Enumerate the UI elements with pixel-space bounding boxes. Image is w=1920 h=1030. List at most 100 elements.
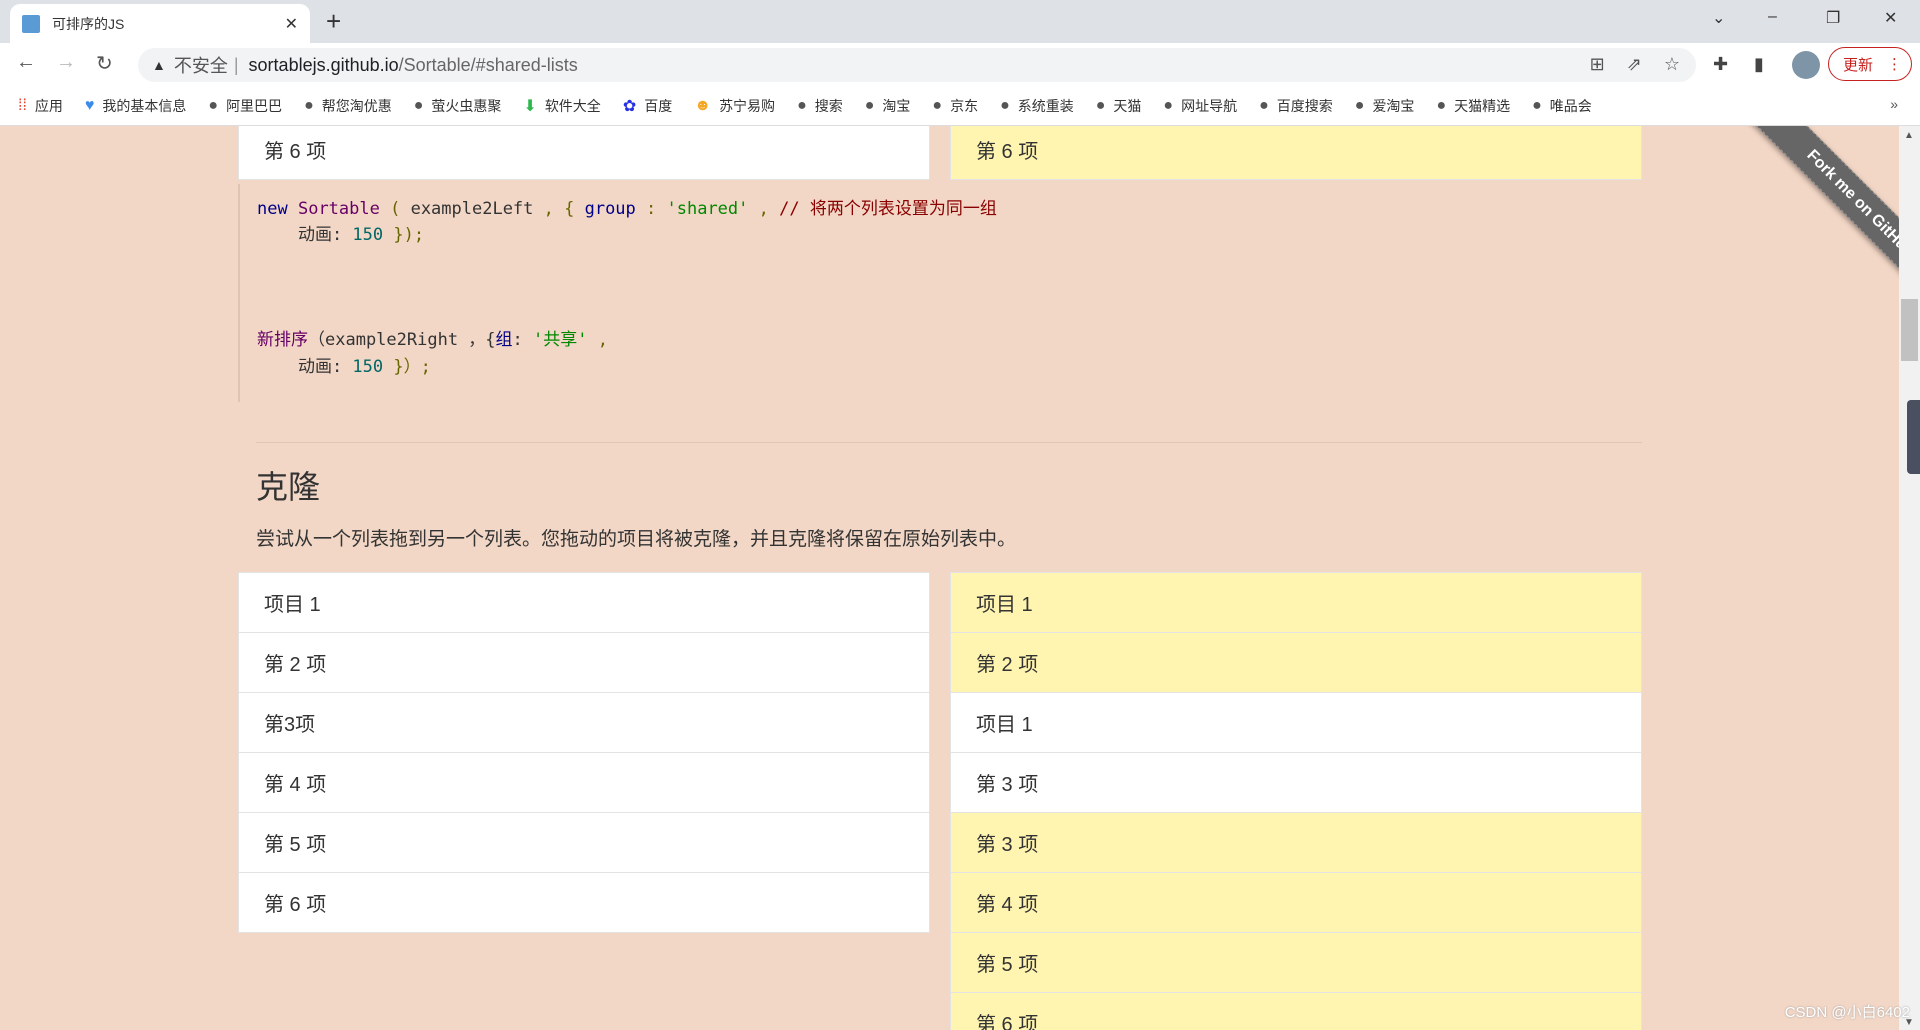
globe-icon: ● [864, 96, 875, 114]
list-item[interactable]: 第3项 [238, 692, 930, 753]
url-text: sortablejs.github.io/Sortable/#shared-li… [248, 54, 578, 75]
globe-icon: ● [1000, 96, 1010, 114]
warning-icon: ▲ [152, 57, 166, 73]
section-heading: 克隆 [256, 469, 321, 505]
bookmark-item[interactable]: ● 阿里巴巴 [208, 96, 282, 116]
bookmark-item[interactable]: ● 百度搜索 [1259, 96, 1333, 116]
bookmark-item[interactable]: ● 京东 [932, 96, 978, 116]
code-line: new Sortable ( example2Left , { group : … [257, 199, 997, 219]
globe-icon: ● [304, 96, 314, 114]
close-icon[interactable]: ✕ [285, 14, 298, 34]
list-item[interactable]: 第 6 项 [950, 126, 1642, 180]
share-icon[interactable]: ⇗ [1627, 54, 1642, 75]
clone-list-left: 项目 1第 2 项第3项第 4 项第 5 项第 6 项 [238, 572, 930, 933]
bookmark-item[interactable]: ● 天猫 [1096, 96, 1142, 116]
fork-github-ribbon[interactable]: Fork me on GitHub [1741, 126, 1899, 323]
shared-list-left: 第 6 项 [238, 126, 930, 180]
bookmark-item[interactable]: ● 爱淘宝 [1355, 96, 1415, 116]
globe-icon: ● [1095, 96, 1106, 114]
new-tab-button[interactable]: + [326, 6, 341, 37]
list-item[interactable]: 第 5 项 [950, 932, 1642, 993]
list-item[interactable]: 第 4 项 [950, 872, 1642, 933]
list-item[interactable]: 第 6 项 [950, 992, 1642, 1030]
globe-icon: ● [1354, 96, 1365, 114]
list-item[interactable]: 第 4 项 [238, 752, 930, 813]
bookmark-item[interactable]: ⁞⁞ 应用 [18, 96, 63, 116]
section-description: 尝试从一个列表拖到另一个列表。您拖动的项目将被克隆，并且克隆将保留在原始列表中。 [256, 529, 1017, 550]
bookmark-item[interactable]: ✿ 百度 [623, 96, 672, 116]
update-button[interactable]: 更新 ⋮ [1828, 47, 1912, 81]
globe-icon: ● [413, 96, 424, 114]
baidu-icon: ✿ [622, 97, 637, 115]
browser-tab[interactable]: 可排序的JS ✕ [10, 4, 310, 43]
list-item[interactable]: 项目 1 [950, 572, 1642, 633]
window-close-button[interactable]: ✕ [1884, 8, 1897, 28]
globe-icon: ● [1532, 96, 1542, 114]
heart-icon: ♥ [84, 96, 95, 114]
list-item[interactable]: 项目 1 [950, 692, 1642, 753]
tab-title: 可排序的JS [52, 15, 125, 32]
list-item[interactable]: 第 5 项 [238, 812, 930, 873]
scrollbar-thumb[interactable] [1901, 299, 1918, 361]
scroll-up-icon[interactable]: ▲ [1904, 130, 1914, 141]
bookmark-item[interactable]: ● 天猫精选 [1436, 96, 1510, 116]
back-icon[interactable]: ← [16, 51, 36, 74]
globe-icon: ● [1163, 96, 1174, 114]
divider [256, 442, 1642, 443]
floating-widget[interactable] [1907, 400, 1920, 474]
code-line: 新排序（example2Right ，{组: '共享' , [257, 330, 608, 350]
translate-icon[interactable]: ⊞ [1590, 54, 1605, 75]
apps-icon: ⁞⁞ [18, 96, 27, 114]
browser-toolbar: ← → ↻ ▲ 不安全 | sortablejs.github.io/Sorta… [0, 43, 1920, 86]
list-item[interactable]: 第 2 项 [950, 632, 1642, 693]
restore-button[interactable]: ❐ [1826, 8, 1840, 28]
shared-list-right: 第 6 项 [950, 126, 1642, 180]
avatar[interactable] [1792, 51, 1820, 79]
suning-icon: ☻ [694, 96, 712, 114]
bookmark-item[interactable]: ● 帮您淘优惠 [304, 96, 392, 116]
bookmark-item[interactable]: ♥ 我的基本信息 [85, 96, 187, 116]
reload-icon[interactable]: ↻ [96, 51, 113, 76]
star-icon[interactable]: ☆ [1664, 54, 1680, 75]
globe-icon: ● [1436, 96, 1447, 114]
download-icon: ⬇ [523, 97, 537, 115]
side-panel-icon[interactable]: ▮ [1754, 54, 1764, 75]
list-item[interactable]: 项目 1 [238, 572, 930, 633]
scrollbar[interactable]: ▲ ▼ [1899, 126, 1920, 1030]
list-item[interactable]: 第 3 项 [950, 812, 1642, 873]
list-item[interactable]: 第 3 项 [950, 752, 1642, 813]
minimize-button[interactable]: – [1768, 8, 1777, 26]
bookmark-item[interactable]: ● 萤火虫惠聚 [414, 96, 502, 116]
more-bookmarks-icon[interactable]: » [1890, 96, 1898, 112]
watermark: CSDN @小白6402 [1784, 1004, 1910, 1021]
bookmark-item[interactable]: ● 系统重装 [1000, 96, 1074, 116]
insecure-label: 不安全 [173, 56, 228, 76]
code-line: 动画: 150 }）; [257, 357, 431, 377]
code-block: new Sortable ( example2Left , { group : … [238, 184, 1642, 402]
bookmark-item[interactable]: ☻ 苏宁易购 [694, 96, 775, 116]
page-content: 第 6 项 第 6 项 new Sortable ( example2Left … [0, 126, 1899, 1030]
tab-strip: 可排序的JS ✕ + ⌄ – ❐ ✕ [0, 0, 1920, 43]
code-line: 动画: 150 }); [257, 225, 425, 245]
bookmark-item[interactable]: ● 淘宝 [865, 96, 911, 116]
bookmark-item[interactable]: ⬇ 软件大全 [523, 96, 600, 116]
globe-icon: ● [1259, 96, 1269, 114]
bookmark-item[interactable]: ● 唯品会 [1532, 96, 1592, 116]
address-bar[interactable]: ▲ 不安全 | sortablejs.github.io/Sortable/#s… [138, 48, 1696, 82]
tab-search-icon[interactable]: ⌄ [1712, 8, 1725, 28]
clone-list-right: 项目 1第 2 项项目 1第 3 项第 3 项第 4 项第 5 项第 6 项 [950, 572, 1642, 1030]
list-item[interactable]: 第 6 项 [238, 872, 930, 933]
favicon-icon [22, 14, 40, 33]
divider: | [233, 54, 239, 75]
forward-icon[interactable]: → [56, 51, 76, 74]
extensions-icon[interactable]: ✚ [1713, 54, 1728, 75]
list-item[interactable]: 第 2 项 [238, 632, 930, 693]
list-item[interactable]: 第 6 项 [238, 126, 930, 180]
globe-icon: ● [797, 96, 807, 114]
globe-icon: ● [932, 96, 943, 114]
bookmark-item[interactable]: ● 网址导航 [1163, 96, 1237, 116]
globe-icon: ● [208, 96, 219, 114]
bookmark-item[interactable]: ● 搜索 [797, 96, 843, 116]
bookmarks-bar: ⁞⁞ 应用 ♥ 我的基本信息 ● 阿里巴巴 ● 帮您淘优惠 ● 萤火虫惠聚 ⬇ 软件大全 ✿ 百度 ☻ 苏宁易… [0, 86, 1920, 126]
menu-icon[interactable]: ⋮ [1887, 55, 1902, 73]
